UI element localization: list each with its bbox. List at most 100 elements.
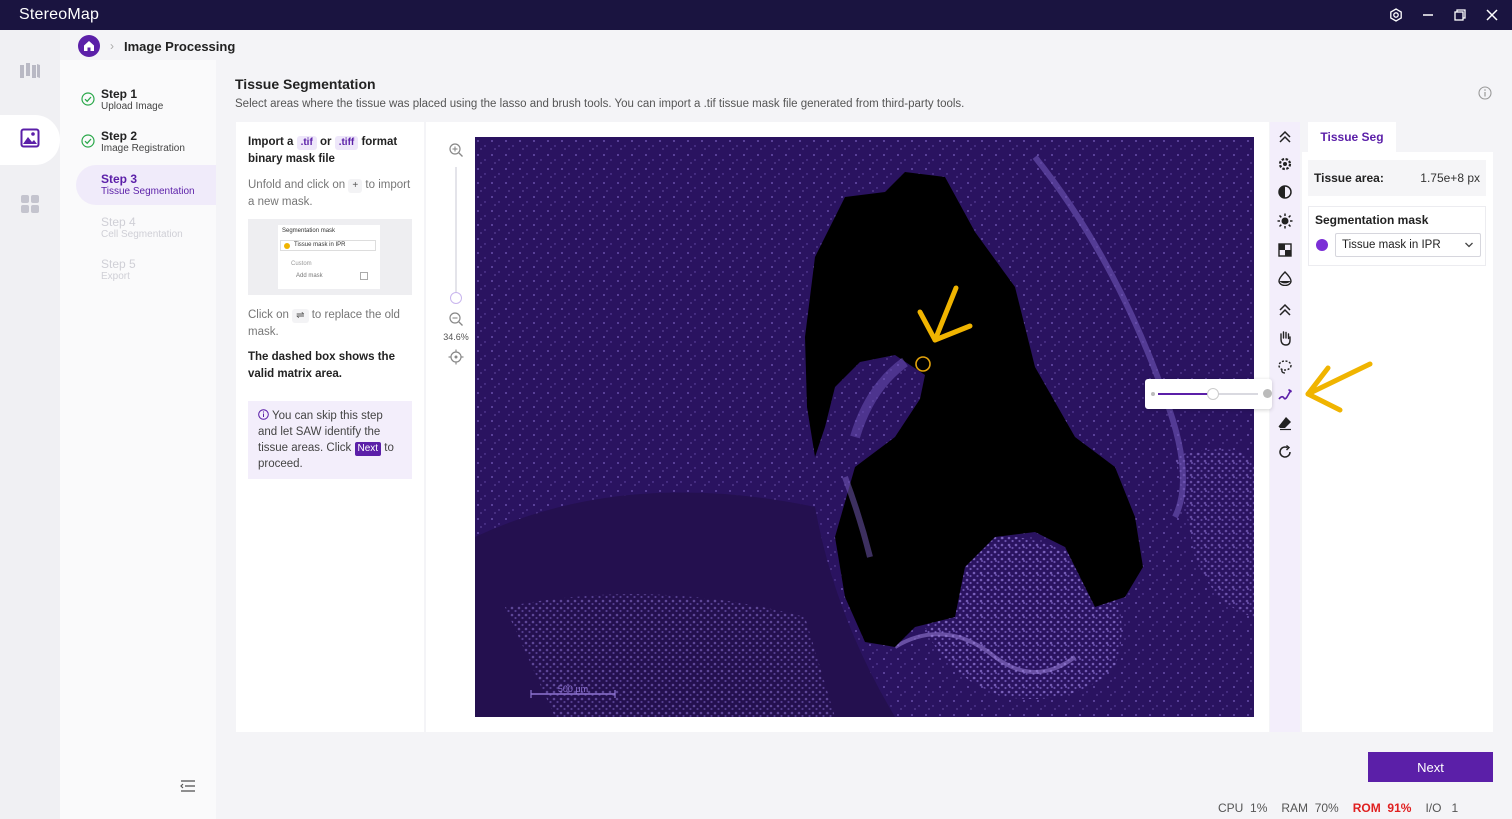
brightness-icon[interactable] [1277, 213, 1293, 229]
info-icon [258, 409, 269, 420]
restore-icon[interactable] [1452, 7, 1468, 23]
swap-icon: ⇌ [292, 309, 309, 323]
plus-icon: + [348, 179, 363, 193]
minimize-icon[interactable] [1420, 7, 1436, 23]
rail-apps-button[interactable] [0, 181, 60, 231]
info-icon[interactable] [1478, 86, 1492, 100]
mask-preview-image: Segmentation mask Tissue mask in IPR Cus… [248, 219, 412, 295]
zoom-out-icon[interactable] [448, 311, 464, 327]
cpu-label: CPU [1218, 801, 1244, 815]
rom-value: 91% [1387, 801, 1412, 815]
lasso-icon[interactable] [1277, 359, 1293, 375]
preview-select: Tissue mask in IPR [280, 240, 376, 251]
canvas-area: 34.6% 500 μm [426, 122, 1269, 732]
step-title: Step 2 [101, 129, 138, 143]
tiff-tag: .tiff [334, 136, 359, 150]
io-label: I/O [1425, 801, 1442, 815]
rail-map-button[interactable] [0, 48, 60, 98]
eraser-icon[interactable] [1277, 415, 1293, 431]
ram-label: RAM [1281, 801, 1309, 815]
collapse-up-icon[interactable] [1277, 129, 1293, 145]
preview-card: Segmentation mask Tissue mask in IPR Cus… [278, 225, 380, 289]
preview-add: Add mask [296, 273, 323, 279]
step-1[interactable]: Step 1 Upload Image [76, 80, 216, 120]
locate-icon[interactable] [448, 349, 464, 365]
chevron-down-icon [1465, 242, 1473, 248]
cpu-value: 1% [1250, 801, 1268, 815]
cpu-status: CPU 1% [1218, 801, 1267, 817]
brush-size-popover [1145, 379, 1272, 409]
step-5: Step 5 Export [76, 250, 216, 290]
page-title: Tissue Segmentation [235, 76, 376, 92]
step-subtitle: Image Registration [101, 143, 185, 154]
preview-dot [284, 243, 290, 249]
unfold-instructions: Unfold and click on + to import a new ma… [248, 177, 416, 210]
dashed-note: The dashed box shows the valid matrix ar… [248, 351, 395, 380]
step-3[interactable]: Step 3 Tissue Segmentation [76, 165, 216, 205]
saturation-icon[interactable] [1277, 270, 1293, 286]
step-title: Step 3 [101, 172, 138, 186]
map-icon [19, 62, 41, 85]
page-description: Select areas where the tissue was placed… [235, 98, 965, 110]
help-panel: Import a .tif or .tiff format binary mas… [236, 122, 424, 732]
redo-icon[interactable] [1277, 444, 1293, 460]
io-value: 1 [1451, 801, 1459, 815]
step-title: Step 5 [101, 257, 136, 271]
settings-icon[interactable] [1388, 7, 1404, 23]
mask-select[interactable]: Tissue mask in IPR [1335, 233, 1481, 257]
io-status: I/O 1 [1425, 801, 1458, 817]
tissue-image-viewer[interactable]: 500 μm [475, 137, 1254, 717]
settings-icon[interactable] [1277, 156, 1293, 172]
rail-image-processing-button[interactable] [0, 115, 60, 165]
properties-panel: Tissue Seg Tissue area: 1.75e+8 px Segme… [1302, 122, 1493, 732]
replace-text: Click on [248, 309, 289, 321]
tissue-image: 500 μm [475, 137, 1254, 717]
tissue-area-label: Tissue area: [1314, 171, 1384, 185]
contrast-icon[interactable] [1277, 184, 1293, 200]
preview-item: Tissue mask in IPR [294, 242, 346, 248]
brush-small-icon [1151, 392, 1155, 396]
step-title: Step 1 [101, 87, 138, 101]
step-4: Step 4 Cell Segmentation [76, 208, 216, 248]
collapse-up-icon[interactable] [1277, 302, 1293, 318]
breadcrumb: › Image Processing [78, 35, 235, 57]
import-text: Import a [248, 136, 294, 148]
step-subtitle: Export [101, 271, 130, 282]
home-button[interactable] [78, 35, 100, 57]
title-bar: StereoMap [0, 0, 1512, 30]
step-subtitle: Cell Segmentation [101, 229, 183, 240]
checker-icon[interactable] [1277, 242, 1293, 258]
ram-status: RAM 70% [1281, 801, 1338, 817]
step-2[interactable]: Step 2 Image Registration [76, 122, 216, 162]
status-bar: CPU 1% RAM 70% ROM 91% I/O 1 [1218, 801, 1458, 817]
app-title: StereoMap [19, 6, 100, 23]
check-circle-icon [81, 92, 95, 106]
brush-large-icon [1263, 389, 1272, 398]
zoom-slider-track[interactable] [455, 167, 457, 297]
segmentation-mask-label: Segmentation mask [1315, 213, 1429, 227]
close-icon[interactable] [1484, 7, 1500, 23]
brush-size-handle[interactable] [1207, 388, 1219, 400]
apps-icon [20, 194, 40, 219]
scale-bar-label: 500 μm [558, 684, 588, 694]
import-instructions: Import a .tif or .tiff format binary mas… [248, 134, 416, 167]
zoom-slider-handle[interactable] [450, 292, 462, 304]
replace-instructions: Click on ⇌ to replace the old mask. [248, 307, 416, 340]
mask-select-value: Tissue mask in IPR [1342, 239, 1441, 251]
zoom-in-icon[interactable] [448, 142, 464, 158]
collapse-sidebar-icon[interactable] [180, 778, 196, 794]
mask-color-dot[interactable] [1316, 239, 1328, 251]
brush-icon[interactable] [1277, 387, 1293, 403]
ram-value: 70% [1314, 801, 1339, 815]
hand-icon[interactable] [1277, 330, 1293, 346]
panel-tab-bar: Tissue Seg [1302, 122, 1493, 152]
tab-tissue-seg[interactable]: Tissue Seg [1308, 122, 1396, 152]
zoom-controls: 34.6% [436, 122, 476, 732]
tissue-area-row: Tissue area: 1.75e+8 px [1308, 160, 1486, 196]
next-button[interactable]: Next [1368, 752, 1493, 782]
tool-bar [1270, 122, 1300, 732]
step-title: Step 4 [101, 215, 136, 229]
home-icon [84, 41, 94, 51]
app-rail [0, 30, 60, 819]
steps-sidebar: Step 1 Upload Image Step 2 Image Registr… [60, 60, 216, 819]
